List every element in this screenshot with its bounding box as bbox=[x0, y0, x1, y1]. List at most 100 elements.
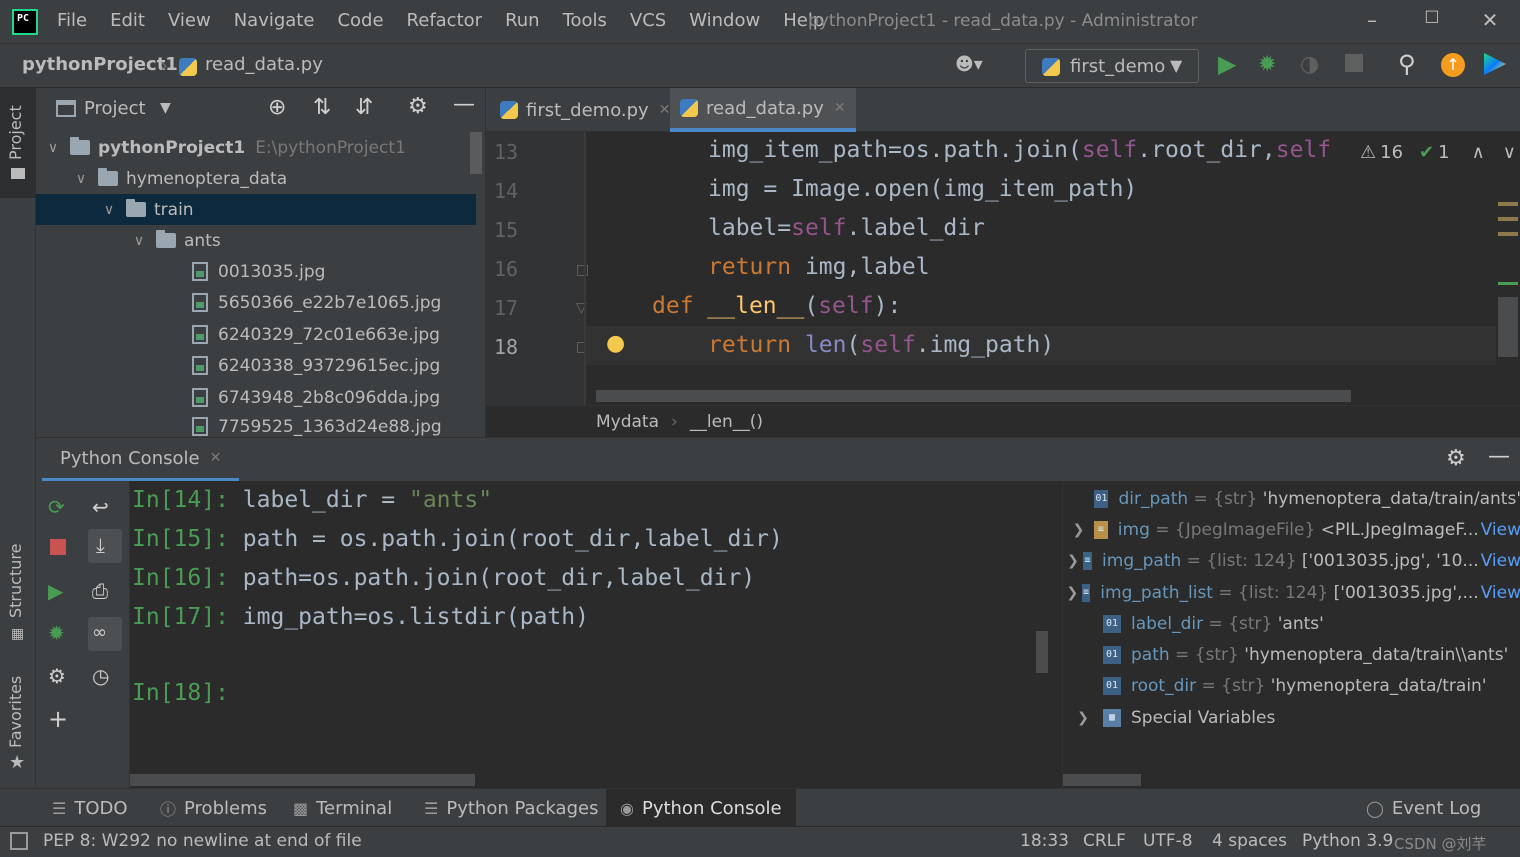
gear-icon[interactable]: ⚙ bbox=[1446, 446, 1466, 471]
menu-run[interactable]: Run bbox=[505, 10, 540, 31]
rerun-icon[interactable]: ⟳ bbox=[48, 495, 65, 519]
variable-row-img-path[interactable]: ❯ ≡ img_path = {list: 124} ['0013035.jpg… bbox=[1063, 545, 1520, 576]
lightbulb-icon[interactable]: ● bbox=[606, 331, 625, 356]
gear-icon[interactable]: ⚙ bbox=[408, 94, 428, 119]
breadcrumb-method[interactable]: __len__() bbox=[690, 412, 763, 432]
menu-file[interactable]: File bbox=[57, 10, 87, 31]
close-tab-icon[interactable]: ✕ bbox=[210, 450, 222, 466]
menu-vcs[interactable]: VCS bbox=[630, 10, 666, 31]
tab-python-packages[interactable]: ☰ Python Packages bbox=[410, 789, 612, 827]
tab-first-demo[interactable]: first_demo.py ✕ bbox=[490, 88, 680, 132]
indent-setting[interactable]: 4 spaces bbox=[1212, 831, 1287, 851]
minimize-button[interactable]: – bbox=[1352, 8, 1392, 34]
print-icon[interactable]: ⎙ bbox=[92, 579, 108, 603]
tree-item-ants[interactable]: ∨ ants bbox=[36, 225, 476, 256]
soft-wrap-icon[interactable]: ↩ bbox=[92, 495, 109, 519]
line-separator[interactable]: CRLF bbox=[1083, 831, 1126, 851]
variable-row-img-path-list[interactable]: ❯ ≡ img_path_list = {list: 124} ['001303… bbox=[1063, 577, 1520, 608]
variable-row-dir-path[interactable]: 01 dir_path = {str} 'hymenoptera_data/tr… bbox=[1063, 483, 1520, 514]
history-icon[interactable]: ◷ bbox=[92, 664, 109, 688]
view-link[interactable]: View bbox=[1481, 583, 1520, 603]
tree-item-root[interactable]: ∨ pythonProject1 E:\pythonProject1 bbox=[36, 132, 476, 163]
hide-icon[interactable]: — bbox=[1488, 444, 1510, 469]
tab-event-log[interactable]: ◯ Event Log bbox=[1352, 789, 1495, 827]
breadcrumb-project[interactable]: pythonProject1 bbox=[22, 54, 178, 75]
scroll-to-end-button[interactable]: ⤓ bbox=[88, 529, 122, 563]
menu-window[interactable]: Window bbox=[689, 10, 760, 31]
tree-item-train[interactable]: ∨ train bbox=[36, 194, 476, 225]
tree-item-file[interactable]: 6240329_72c01e663e.jpg bbox=[36, 319, 476, 350]
favorites-tool-tab[interactable]: Favorites bbox=[6, 676, 25, 748]
editor-scrollbar[interactable] bbox=[1498, 297, 1518, 357]
menu-tools[interactable]: Tools bbox=[563, 10, 607, 31]
hide-icon[interactable]: — bbox=[453, 92, 475, 117]
view-link[interactable]: View bbox=[1481, 551, 1520, 571]
add-icon[interactable]: + bbox=[48, 705, 68, 733]
update-icon[interactable]: ↑ bbox=[1441, 53, 1465, 77]
chevron-right-icon[interactable]: ❯ bbox=[1063, 585, 1082, 601]
tree-item-file[interactable]: 5650366_e22b7e1065.jpg bbox=[36, 287, 476, 318]
menu-navigate[interactable]: Navigate bbox=[234, 10, 315, 31]
variables-hscrollbar[interactable] bbox=[1063, 774, 1141, 786]
close-window-button[interactable]: ✕ bbox=[1470, 8, 1510, 34]
python-interpreter[interactable]: Python 3.9 bbox=[1302, 831, 1393, 851]
project-view-select[interactable]: Project bbox=[84, 98, 146, 119]
tab-read-data[interactable]: read_data.py ✕ bbox=[670, 88, 856, 132]
project-tool-tab[interactable]: Project bbox=[6, 105, 25, 160]
chevron-down-icon[interactable]: ∨ bbox=[1503, 142, 1516, 163]
error-stripe-mark[interactable] bbox=[1498, 232, 1518, 236]
view-link[interactable]: View bbox=[1481, 520, 1520, 540]
tab-terminal[interactable]: ▩ Terminal bbox=[279, 789, 406, 827]
menu-refactor[interactable]: Refactor bbox=[407, 10, 483, 31]
tree-scrollbar[interactable] bbox=[470, 132, 482, 174]
collapse-all-icon[interactable]: ⇵ bbox=[355, 95, 373, 120]
error-stripe-mark[interactable] bbox=[1498, 217, 1518, 221]
stop-icon[interactable] bbox=[50, 539, 66, 555]
tree-item-hymenoptera-data[interactable]: ∨ hymenoptera_data bbox=[36, 163, 476, 194]
run-icon[interactable]: ▶ bbox=[1218, 50, 1236, 78]
show-variables-button[interactable]: ∞ bbox=[88, 617, 122, 651]
maximize-button[interactable]: ☐ bbox=[1412, 8, 1452, 34]
variable-row-img[interactable]: ❯ ≡ img = {JpegImageFile} <PIL.JpegImage… bbox=[1063, 514, 1520, 545]
expand-all-icon[interactable]: ⇅ bbox=[313, 95, 331, 120]
tree-item-file[interactable]: 0013035.jpg bbox=[36, 256, 476, 287]
jetbrains-toolbox-icon[interactable] bbox=[1484, 53, 1506, 75]
chevron-right-icon[interactable]: ❯ bbox=[1063, 522, 1094, 538]
fold-icon[interactable]: □ bbox=[576, 262, 589, 278]
chevron-right-icon[interactable]: ❯ bbox=[1063, 553, 1083, 569]
console-scrollbar[interactable] bbox=[1036, 631, 1048, 673]
execute-icon[interactable]: ▶ bbox=[48, 579, 63, 603]
variable-row-root-dir[interactable]: 01 root_dir = {str} 'hymenoptera_data/tr… bbox=[1063, 670, 1520, 701]
menu-code[interactable]: Code bbox=[337, 10, 383, 31]
editor-hscrollbar[interactable] bbox=[596, 390, 1351, 402]
breadcrumb-file[interactable]: read_data.py bbox=[205, 54, 323, 75]
structure-tool-tab[interactable]: Structure bbox=[6, 544, 25, 618]
tree-item-file[interactable]: 6743948_2b8c096dda.jpg bbox=[36, 382, 476, 413]
file-encoding[interactable]: UTF-8 bbox=[1143, 831, 1193, 851]
code-editor[interactable]: 13 14 15 16 17 18 □ ▽ □ ● img_item_path=… bbox=[486, 132, 1520, 405]
menu-edit[interactable]: Edit bbox=[110, 10, 145, 31]
settings-icon[interactable]: ⚙ bbox=[48, 664, 66, 688]
console-hscrollbar[interactable] bbox=[130, 774, 475, 786]
tab-python-console-bottom[interactable]: ◉ Python Console bbox=[606, 789, 796, 827]
variable-row-path[interactable]: 01 path = {str} 'hymenoptera_data/train\… bbox=[1063, 639, 1520, 670]
console-input-prompt[interactable]: In[18]: bbox=[132, 680, 229, 706]
breadcrumb-class[interactable]: Mydata bbox=[596, 412, 659, 432]
chevron-up-icon[interactable]: ∧ bbox=[1472, 142, 1485, 163]
debug-icon[interactable]: ✹ bbox=[1258, 52, 1276, 77]
debug-icon[interactable]: ✹ bbox=[48, 621, 65, 645]
tree-item-file[interactable]: 7759525_1363d24e88.jpg bbox=[36, 413, 476, 437]
close-tab-icon[interactable]: ✕ bbox=[659, 102, 671, 118]
console-output[interactable]: In[14]: label_dir = "ants" In[15]: path … bbox=[130, 481, 1052, 788]
close-tab-icon[interactable]: ✕ bbox=[834, 100, 846, 116]
variable-row-label-dir[interactable]: 01 label_dir = {str} 'ants' bbox=[1063, 608, 1520, 639]
tab-todo[interactable]: ☰ TODO bbox=[38, 789, 142, 827]
tab-problems[interactable]: ⓘ Problems bbox=[146, 789, 281, 827]
search-icon[interactable]: ⚲ bbox=[1398, 50, 1416, 78]
locate-icon[interactable]: ⊕ bbox=[268, 95, 286, 120]
variable-row-special[interactable]: ❯ ▦ Special Variables bbox=[1063, 702, 1520, 733]
chevron-right-icon[interactable]: ❯ bbox=[1063, 710, 1103, 726]
caret-position[interactable]: 18:33 bbox=[1020, 831, 1069, 851]
tree-item-file[interactable]: 6240338_93729615ec.jpg bbox=[36, 350, 476, 381]
menu-view[interactable]: View bbox=[168, 10, 211, 31]
